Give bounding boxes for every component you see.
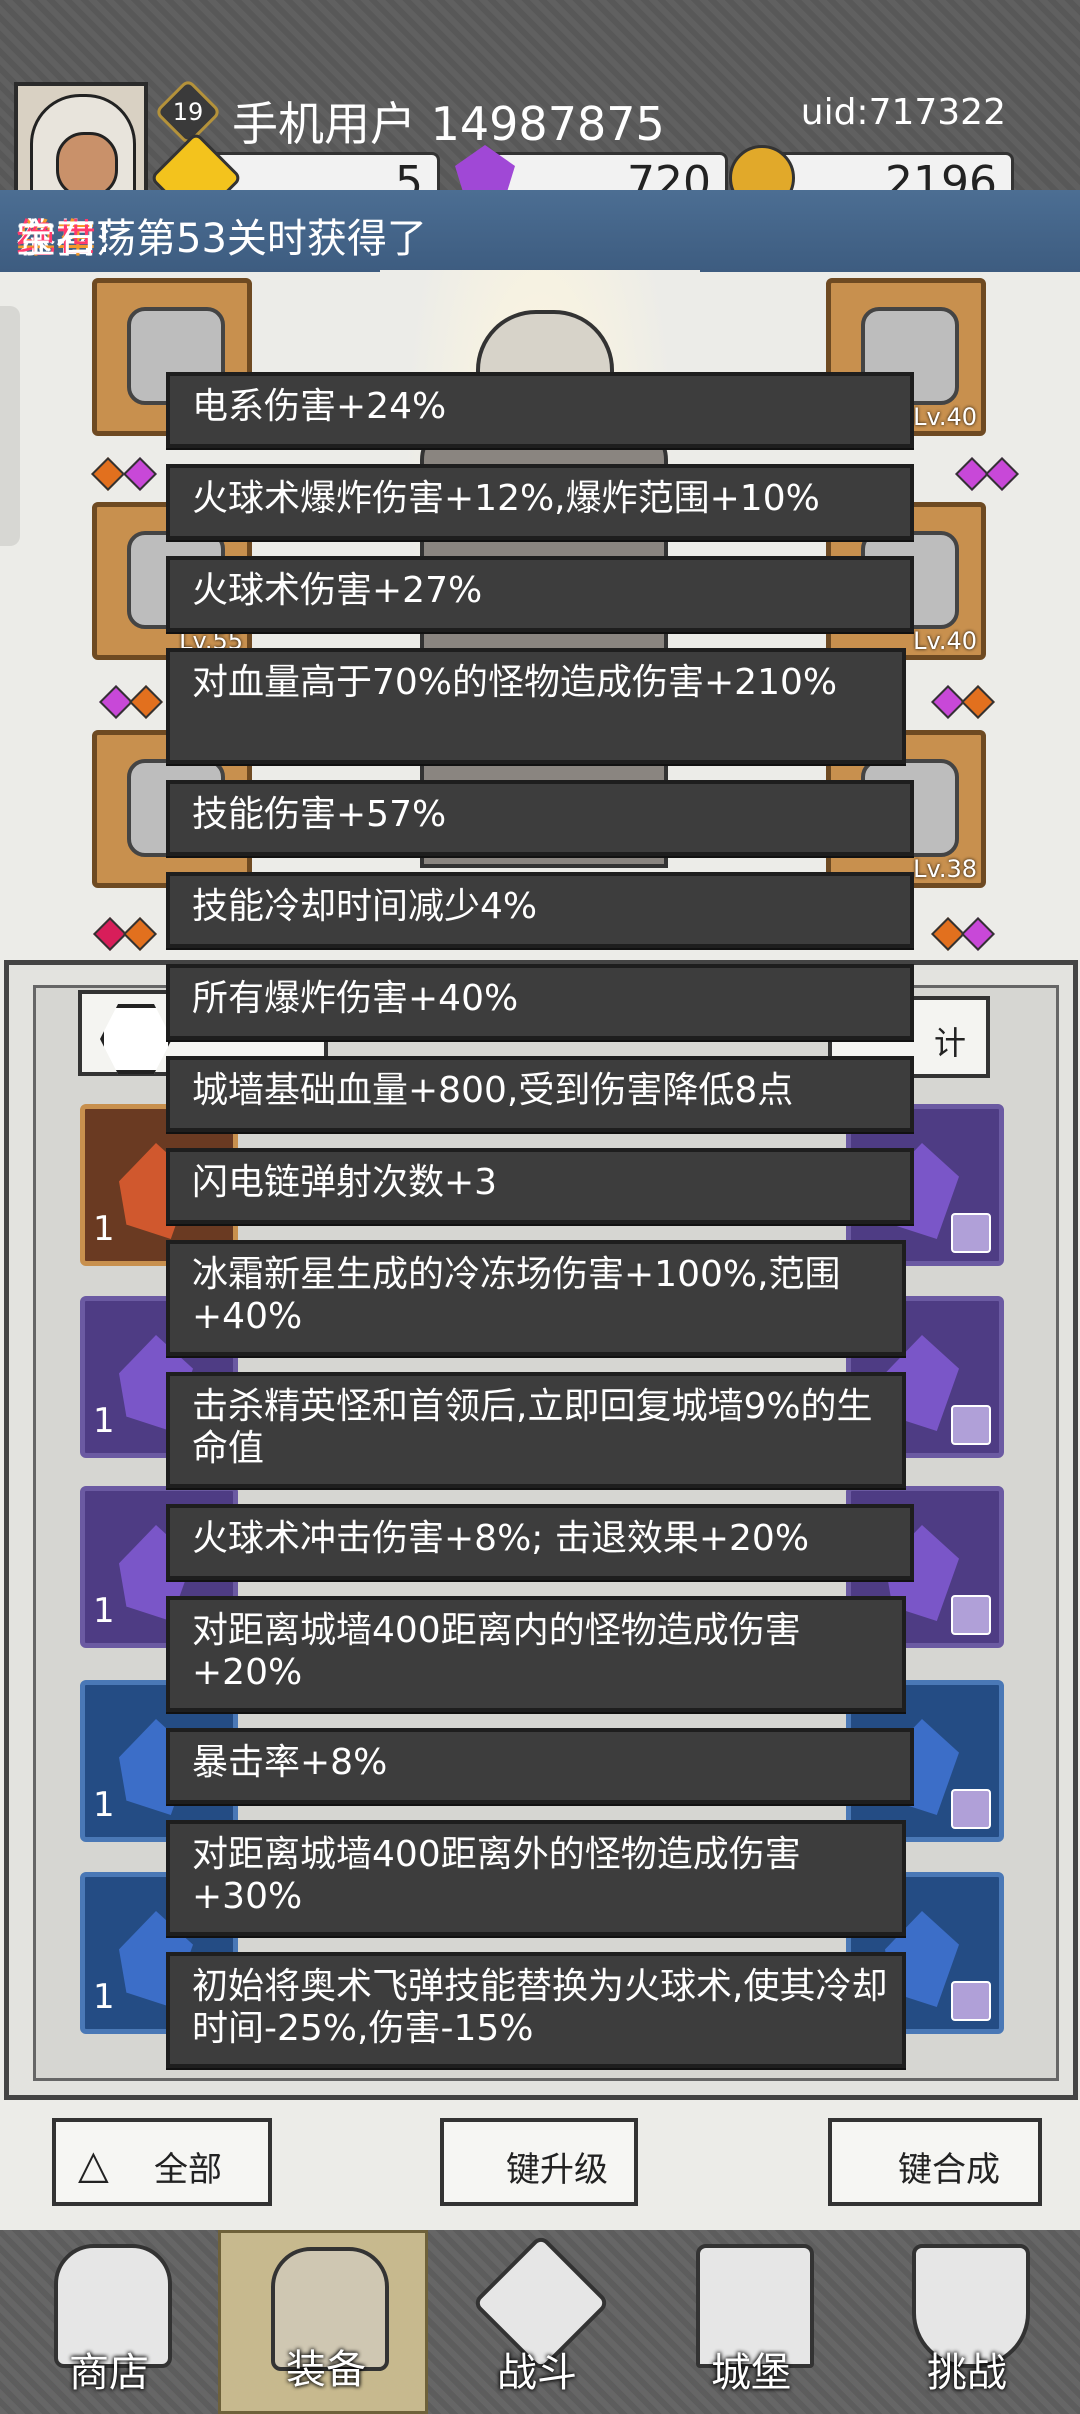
level-value: 19 <box>172 98 204 126</box>
username: 手机用户 14987875 <box>232 97 665 151</box>
effect-row: 所有爆炸伤害+40% <box>166 964 914 1040</box>
up-arrow-icon: △ <box>78 2142 109 2188</box>
nav-challenge-label: 挑战 <box>927 2350 1007 2396</box>
effect-row: 技能冷却时间减少4% <box>166 872 914 948</box>
filter-all-label: 全部 <box>154 2150 222 2190</box>
gem-count: 1 <box>93 1785 115 1825</box>
effect-row: 初始将奥术飞弹技能替换为火球术,使其冷却时间-25%,伤害-15% <box>166 1952 906 2068</box>
armor-type-icon <box>951 1213 991 1253</box>
broadcast-suffix: 宝石! <box>16 216 113 262</box>
effect-row: 击杀精英怪和首领后,立即回复城墙9%的生命值 <box>166 1372 906 1488</box>
effect-row: 对距离城墙400距离外的怪物造成伤害+30% <box>166 1820 906 1936</box>
nav-challenge[interactable]: 挑战 <box>862 2230 1072 2414</box>
gem-count: 1 <box>93 1591 115 1631</box>
gem-effects-tooltip: 电系伤害+24% 火球术爆炸伤害+12%,爆炸范围+10% 火球术伤害+27% … <box>166 372 914 2084</box>
avatar[interactable] <box>14 82 148 206</box>
nav-battle-label: 战斗 <box>497 2350 577 2396</box>
nav-equipment[interactable]: 装备 <box>218 2230 428 2414</box>
broadcast-banner: 恭喜 单车 在扫荡第53关时获得了 绝世 宝石! <box>0 190 1080 272</box>
effect-row: 火球术爆炸伤害+12%,爆炸范围+10% <box>166 464 914 540</box>
nav-battle[interactable]: 战斗 <box>432 2230 642 2414</box>
effect-row: 火球术冲击伤害+8%; 击退效果+20% <box>166 1504 914 1580</box>
effect-row: 冰霜新星生成的冷冻场伤害+100%,范围+40% <box>166 1240 906 1356</box>
nav-castle[interactable]: 城堡 <box>646 2230 856 2414</box>
nav-shop[interactable]: 商店 <box>4 2230 214 2414</box>
avatar-face <box>56 132 118 198</box>
effect-row: 闪电链弹射次数+3 <box>166 1148 914 1224</box>
stats-button-label: 计 <box>933 1024 966 1062</box>
effect-row: 火球术伤害+27% <box>166 556 914 632</box>
upgrade-all-button[interactable]: 键升级 <box>440 2118 638 2206</box>
gem-count: 1 <box>93 1401 115 1441</box>
effect-row: 暴击率+8% <box>166 1728 914 1804</box>
effect-row: 电系伤害+24% <box>166 372 914 448</box>
top-bar: 19 手机用户 14987875 uid:717322 5 720 2196 <box>0 0 1080 225</box>
effect-row: 技能伤害+57% <box>166 780 914 856</box>
weapon-type-icon <box>951 1981 991 2021</box>
gem-count: 1 <box>93 1977 115 2017</box>
boots-type-icon <box>951 1405 991 1445</box>
armor-type-icon <box>951 1789 991 1829</box>
gem-count: 1 <box>93 1209 115 1249</box>
nav-shop-label: 商店 <box>69 2350 149 2396</box>
level-badge: 19 <box>154 78 222 146</box>
ring-level: Lv.38 <box>913 855 977 883</box>
merge-all-label: 键合成 <box>898 2150 1000 2190</box>
bottom-nav: 商店 装备 战斗 城堡 挑战 <box>0 2230 1080 2414</box>
necklace-type-icon <box>951 1595 991 1635</box>
merge-all-button[interactable]: 键合成 <box>828 2118 1042 2206</box>
nav-castle-label: 城堡 <box>711 2350 791 2396</box>
necklace-level: Lv.40 <box>913 627 977 655</box>
side-tab[interactable] <box>0 306 20 546</box>
upgrade-all-label: 键升级 <box>506 2150 608 2190</box>
filter-all-button[interactable]: △ 全部 <box>52 2118 272 2206</box>
weapon-level: Lv.40 <box>913 403 977 431</box>
effect-row: 对血量高于70%的怪物造成伤害+210% <box>166 648 906 764</box>
nav-equipment-label: 装备 <box>286 2347 366 2393</box>
effect-row: 对距离城墙400距离内的怪物造成伤害+20% <box>166 1596 906 1712</box>
uid-label: uid:717322 <box>800 92 1006 133</box>
effect-row: 城墙基础血量+800,受到伤害降低8点 <box>166 1056 914 1132</box>
hexagon-gem-icon <box>100 1004 172 1074</box>
